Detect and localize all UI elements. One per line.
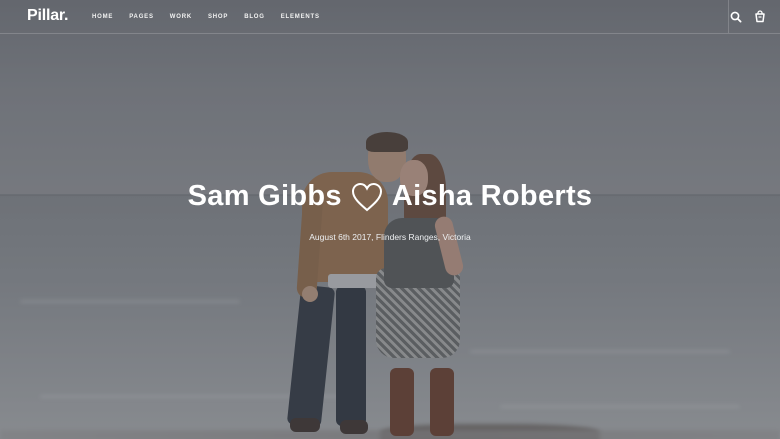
event-details: August 6th 2017, Flinders Ranges, Victor… [309, 232, 471, 242]
cart-icon[interactable] [753, 10, 767, 24]
nav-item-shop[interactable]: SHOP [208, 14, 228, 20]
top-navigation-bar: Pillar. HOME PAGES WORK SHOP BLOG ELEMEN… [0, 0, 780, 34]
name-two: Aisha Roberts [391, 180, 593, 212]
hero-background-photo [0, 0, 780, 439]
hero-title: Sam Gibbs Aisha Roberts [0, 180, 780, 213]
nav-item-work[interactable]: WORK [170, 14, 192, 20]
nav-item-blog[interactable]: BLOG [244, 14, 265, 20]
site-logo[interactable]: Pillar. [27, 7, 68, 25]
dark-overlay [0, 0, 780, 439]
search-icon[interactable] [729, 10, 743, 24]
main-menu: HOME PAGES WORK SHOP BLOG ELEMENTS [92, 0, 336, 33]
nav-item-elements[interactable]: ELEMENTS [281, 14, 320, 20]
nav-item-home[interactable]: HOME [92, 14, 113, 20]
heart-outline-icon [351, 182, 382, 211]
name-one: Sam Gibbs [187, 180, 342, 212]
nav-item-pages[interactable]: PAGES [129, 14, 154, 20]
